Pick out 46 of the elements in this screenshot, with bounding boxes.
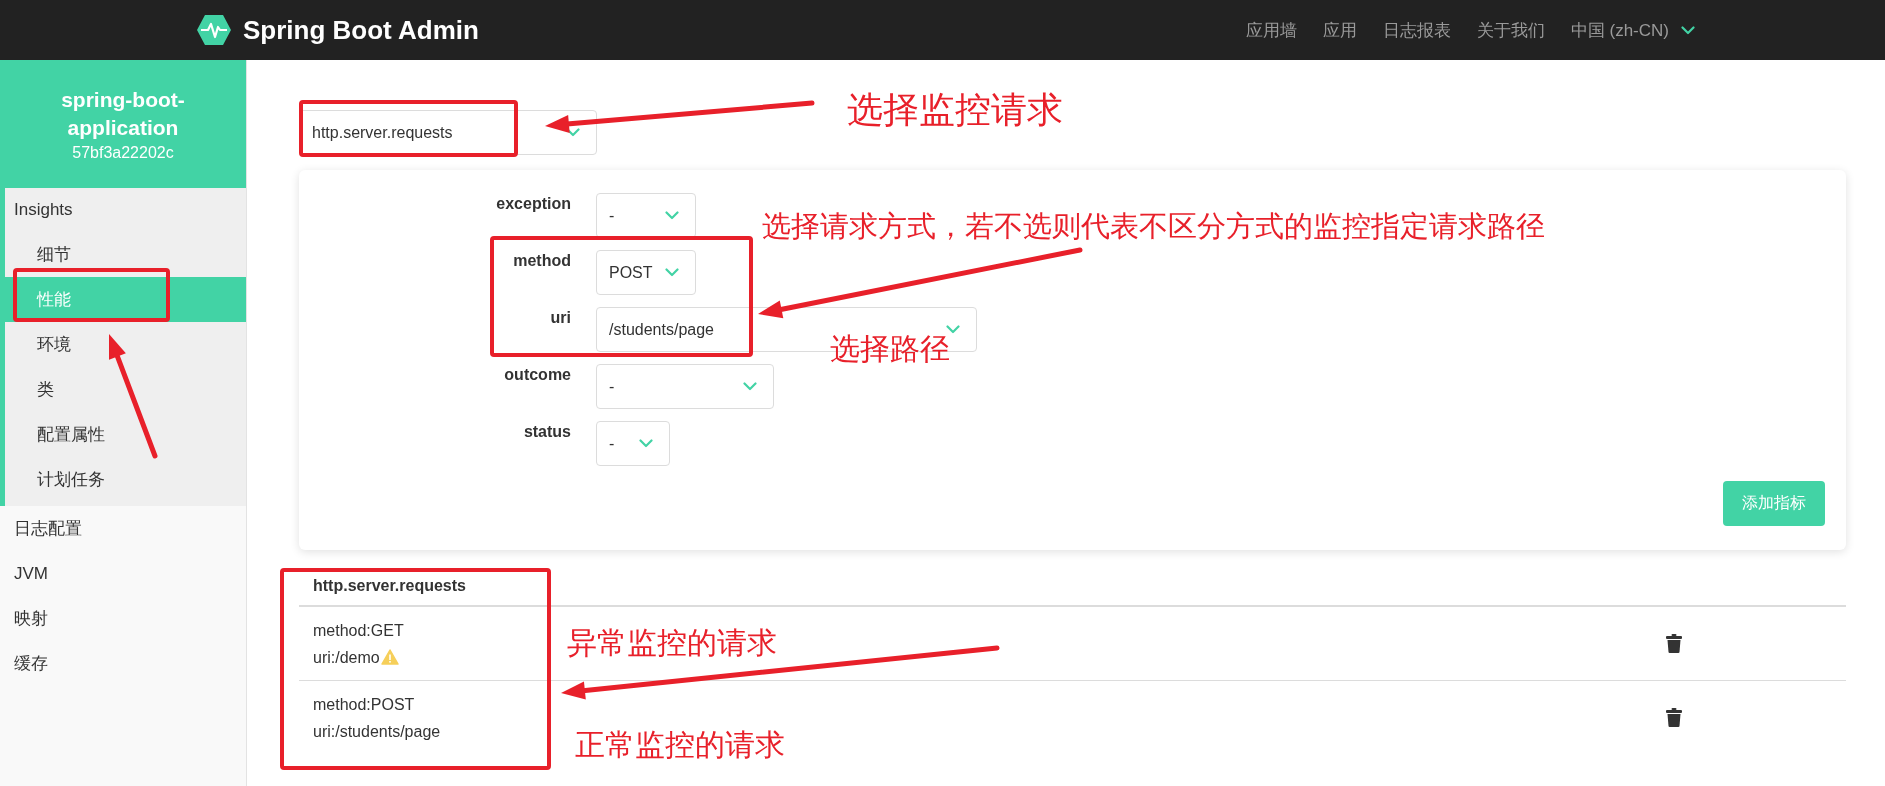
language-dropdown[interactable]: 中国 (zh-CN) — [1570, 18, 1695, 42]
tag-select[interactable]: - — [596, 193, 696, 238]
trash-icon[interactable] — [1666, 708, 1682, 727]
table-header: http.server.requests — [299, 567, 1846, 607]
field-label: outcome — [503, 365, 571, 385]
table-cell-text: uri:/students/page — [313, 721, 441, 742]
tag-select[interactable]: - — [596, 421, 670, 466]
field-label: exception — [495, 194, 571, 214]
sidebar-item[interactable]: 配置属性 — [5, 412, 246, 457]
nav-link[interactable]: 关于我们 — [1476, 18, 1545, 42]
sidebar-item[interactable]: 映射 — [0, 596, 246, 641]
field-label: method — [512, 251, 571, 271]
annotation-text: 正常监控的请求 — [575, 727, 785, 763]
sidebar-item[interactable]: 缓存 — [0, 641, 246, 686]
chevron-down-icon — [665, 268, 679, 277]
annotation-text: 异常监控的请求 — [567, 625, 777, 661]
app-title: Spring Boot Admin — [243, 14, 479, 46]
tag-select[interactable]: - — [596, 364, 774, 409]
sidebar-item[interactable]: Insights — [5, 192, 246, 232]
chevron-down-icon — [946, 325, 960, 334]
nav-link[interactable]: 日志报表 — [1382, 18, 1451, 42]
sidebar-item[interactable]: 环境 — [5, 322, 246, 367]
sidebar-item[interactable]: 日志配置 — [0, 506, 246, 551]
table-cell-text: method:GET — [313, 620, 404, 641]
chevron-down-icon — [665, 211, 679, 220]
tag-select[interactable]: POST — [596, 250, 696, 295]
logo-icon — [197, 15, 231, 45]
chevron-down-icon — [1681, 25, 1695, 35]
warning-icon — [380, 649, 399, 665]
sidebar-item[interactable]: 类 — [5, 367, 246, 412]
annotation-text: 选择请求方式，若不选则代表不区分方式的监控指定请求路径 — [762, 209, 1545, 244]
chevron-down-icon — [639, 439, 653, 448]
sidebar-item[interactable]: 计划任务 — [5, 457, 246, 502]
annotation-text: 选择监控请求 — [847, 88, 1063, 132]
table-cell-text: uri:/demo — [313, 647, 380, 668]
nav-link[interactable]: 应用墙 — [1245, 18, 1297, 42]
chevron-down-icon — [743, 382, 757, 391]
nav-link[interactable]: 应用 — [1322, 18, 1357, 42]
field-label: uri — [549, 308, 571, 328]
sidebar-item[interactable]: JVM — [0, 551, 246, 596]
table-cell-text: method:POST — [313, 694, 415, 715]
application-name: spring-boot-application — [60, 87, 186, 141]
instance-id: 57bf3a22202c — [72, 144, 174, 162]
sidebar-item[interactable]: 细节 — [5, 232, 246, 277]
trash-icon[interactable] — [1666, 634, 1682, 653]
field-label: status — [522, 422, 571, 442]
